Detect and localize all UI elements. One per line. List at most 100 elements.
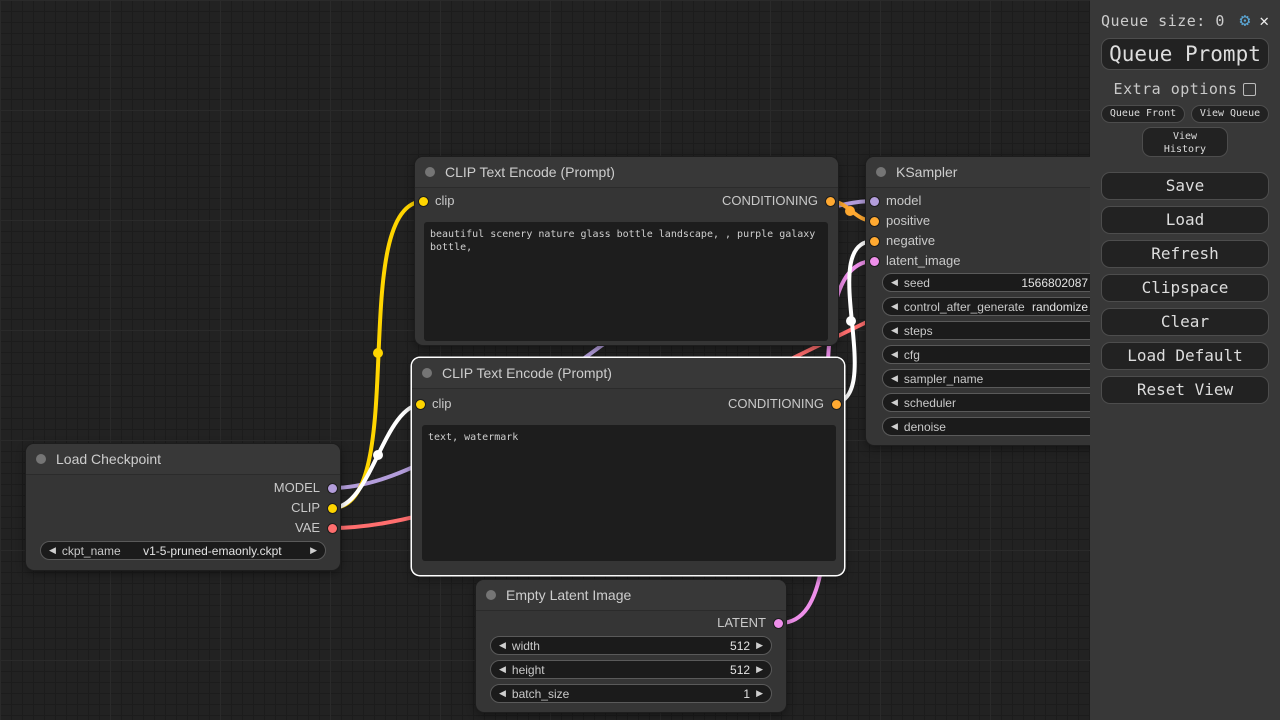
vae-output-dot[interactable] [327,523,337,533]
node-title-bar[interactable]: CLIP Text Encode (Prompt) [415,157,838,188]
input-port-clip: clip [412,397,452,411]
prompt-textarea[interactable]: beautiful scenery nature glass bottle la… [424,222,828,341]
extra-options-checkbox[interactable] [1243,82,1257,96]
link-midpoint-dot[interactable] [373,348,383,358]
link-midpoint-dot[interactable] [846,316,856,326]
left-arrow-icon[interactable]: ◀ [891,321,898,340]
batch-size-widget[interactable]: ◀ batch_size 1 ▶ [490,684,772,703]
node-title: Empty Latent Image [506,587,632,603]
collapse-dot-icon[interactable] [425,167,435,177]
input-port-clip: clip [415,194,455,208]
left-arrow-icon[interactable]: ◀ [891,417,898,436]
steps-widget[interactable]: ◀ steps ▶ [882,321,1110,340]
cfg-widget[interactable]: ◀ cfg ▶ [882,345,1110,364]
clear-button[interactable]: Clear [1101,308,1269,336]
left-arrow-icon[interactable]: ◀ [499,684,506,703]
height-widget[interactable]: ◀ height 512 ▶ [490,660,772,679]
collapse-dot-icon[interactable] [486,590,496,600]
input-port-model: model [866,194,921,208]
node-title-bar[interactable]: Load Checkpoint [26,444,340,475]
left-arrow-icon[interactable]: ◀ [891,369,898,388]
node-title-bar[interactable]: Empty Latent Image [476,580,786,611]
input-port-positive: positive [866,214,930,228]
control-after-generate-value: randomize [1032,299,1089,314]
scheduler-widget[interactable]: ◀ scheduler ▶ [882,393,1110,412]
ckpt-name-value: v1-5-pruned-emaonly.ckpt [143,543,282,558]
ckpt-name-widget[interactable]: ◀ ckpt_name v1-5-pruned-emaonly.ckpt ▶ [40,541,326,560]
view-queue-button[interactable]: View Queue [1191,105,1270,123]
queue-size-label: Queue size: 0 [1101,12,1225,30]
left-arrow-icon[interactable]: ◀ [891,297,898,316]
batch-size-value: 1 [743,686,751,701]
save-button[interactable]: Save [1101,172,1269,200]
model-output-dot[interactable] [327,483,337,493]
clip-input-dot[interactable] [415,399,425,409]
conditioning-output-dot[interactable] [825,196,835,206]
node-title: Load Checkpoint [56,451,162,467]
node-title-bar[interactable]: KSampler [866,157,1126,188]
left-arrow-icon[interactable]: ◀ [49,541,56,560]
input-port-negative: negative [866,234,935,248]
collapse-dot-icon[interactable] [876,167,886,177]
view-history-button[interactable]: View History [1142,127,1228,157]
node-title: KSampler [896,164,958,180]
right-arrow-icon[interactable]: ▶ [756,636,763,655]
clipspace-button[interactable]: Clipspace [1101,274,1269,302]
left-arrow-icon[interactable]: ◀ [499,636,506,655]
width-value: 512 [730,638,751,653]
left-arrow-icon[interactable]: ◀ [891,345,898,364]
seed-value: 1566802087 [1021,275,1089,290]
node-empty-latent-image[interactable]: Empty Latent Image LATENT ◀ width 512 ▶ … [476,580,786,712]
load-default-button[interactable]: Load Default [1101,342,1269,370]
right-arrow-icon[interactable]: ▶ [310,541,317,560]
link-midpoint-dot[interactable] [845,206,855,216]
node-load-checkpoint[interactable]: Load Checkpoint MODEL CLIP VAE ◀ ckpt_na… [26,444,340,570]
reset-view-button[interactable]: Reset View [1101,376,1269,404]
comfyui-canvas[interactable]: Load Checkpoint MODEL CLIP VAE ◀ ckpt_na… [0,0,1280,720]
negative-input-dot[interactable] [869,236,879,246]
control-after-generate-widget[interactable]: ◀ control_after_generate randomize ▶ [882,297,1110,316]
node-ksampler[interactable]: KSampler model positive negative latent_… [866,157,1126,445]
output-port-conditioning: CONDITIONING [728,397,844,411]
output-port-latent: LATENT [717,616,786,630]
comfyui-menu: Queue size: 0 ⚙ ✕ Queue Prompt Extra opt… [1090,0,1280,720]
output-port-model: MODEL [274,481,340,495]
left-arrow-icon[interactable]: ◀ [891,393,898,412]
output-port-clip: CLIP [291,501,340,515]
denoise-widget[interactable]: ◀ denoise ▶ [882,417,1110,436]
collapse-dot-icon[interactable] [422,368,432,378]
right-arrow-icon[interactable]: ▶ [756,684,763,703]
link-midpoint-dot[interactable] [373,450,383,460]
node-title-bar[interactable]: CLIP Text Encode (Prompt) [412,358,844,389]
seed-widget[interactable]: ◀ seed 1566802087 ▶ [882,273,1110,292]
latent-image-input-dot[interactable] [869,256,879,266]
queue-prompt-button[interactable]: Queue Prompt [1101,38,1269,70]
node-clip-text-encode-positive[interactable]: CLIP Text Encode (Prompt) clip CONDITION… [415,157,838,345]
queue-front-button[interactable]: Queue Front [1101,105,1186,123]
prompt-textarea[interactable]: text, watermark [422,425,836,561]
node-title: CLIP Text Encode (Prompt) [442,365,612,381]
sampler-name-widget[interactable]: ◀ sampler_name ▶ [882,369,1110,388]
collapse-dot-icon[interactable] [36,454,46,464]
node-clip-text-encode-negative[interactable]: CLIP Text Encode (Prompt) clip CONDITION… [412,358,844,575]
settings-gear-icon[interactable]: ⚙ [1240,11,1251,31]
left-arrow-icon[interactable]: ◀ [499,660,506,679]
input-port-latent-image: latent_image [866,254,960,268]
width-widget[interactable]: ◀ width 512 ▶ [490,636,772,655]
left-arrow-icon[interactable]: ◀ [891,273,898,292]
extra-options-label: Extra options [1113,80,1238,98]
output-port-conditioning: CONDITIONING [722,194,838,208]
node-title: CLIP Text Encode (Prompt) [445,164,615,180]
model-input-dot[interactable] [869,196,879,206]
clip-input-dot[interactable] [418,196,428,206]
clip-output-dot[interactable] [327,503,337,513]
close-icon[interactable]: ✕ [1259,11,1269,31]
right-arrow-icon[interactable]: ▶ [756,660,763,679]
output-port-vae: VAE [295,521,340,535]
refresh-button[interactable]: Refresh [1101,240,1269,268]
latent-output-dot[interactable] [773,618,783,628]
load-button[interactable]: Load [1101,206,1269,234]
positive-input-dot[interactable] [869,216,879,226]
height-value: 512 [730,662,751,677]
conditioning-output-dot[interactable] [831,399,841,409]
